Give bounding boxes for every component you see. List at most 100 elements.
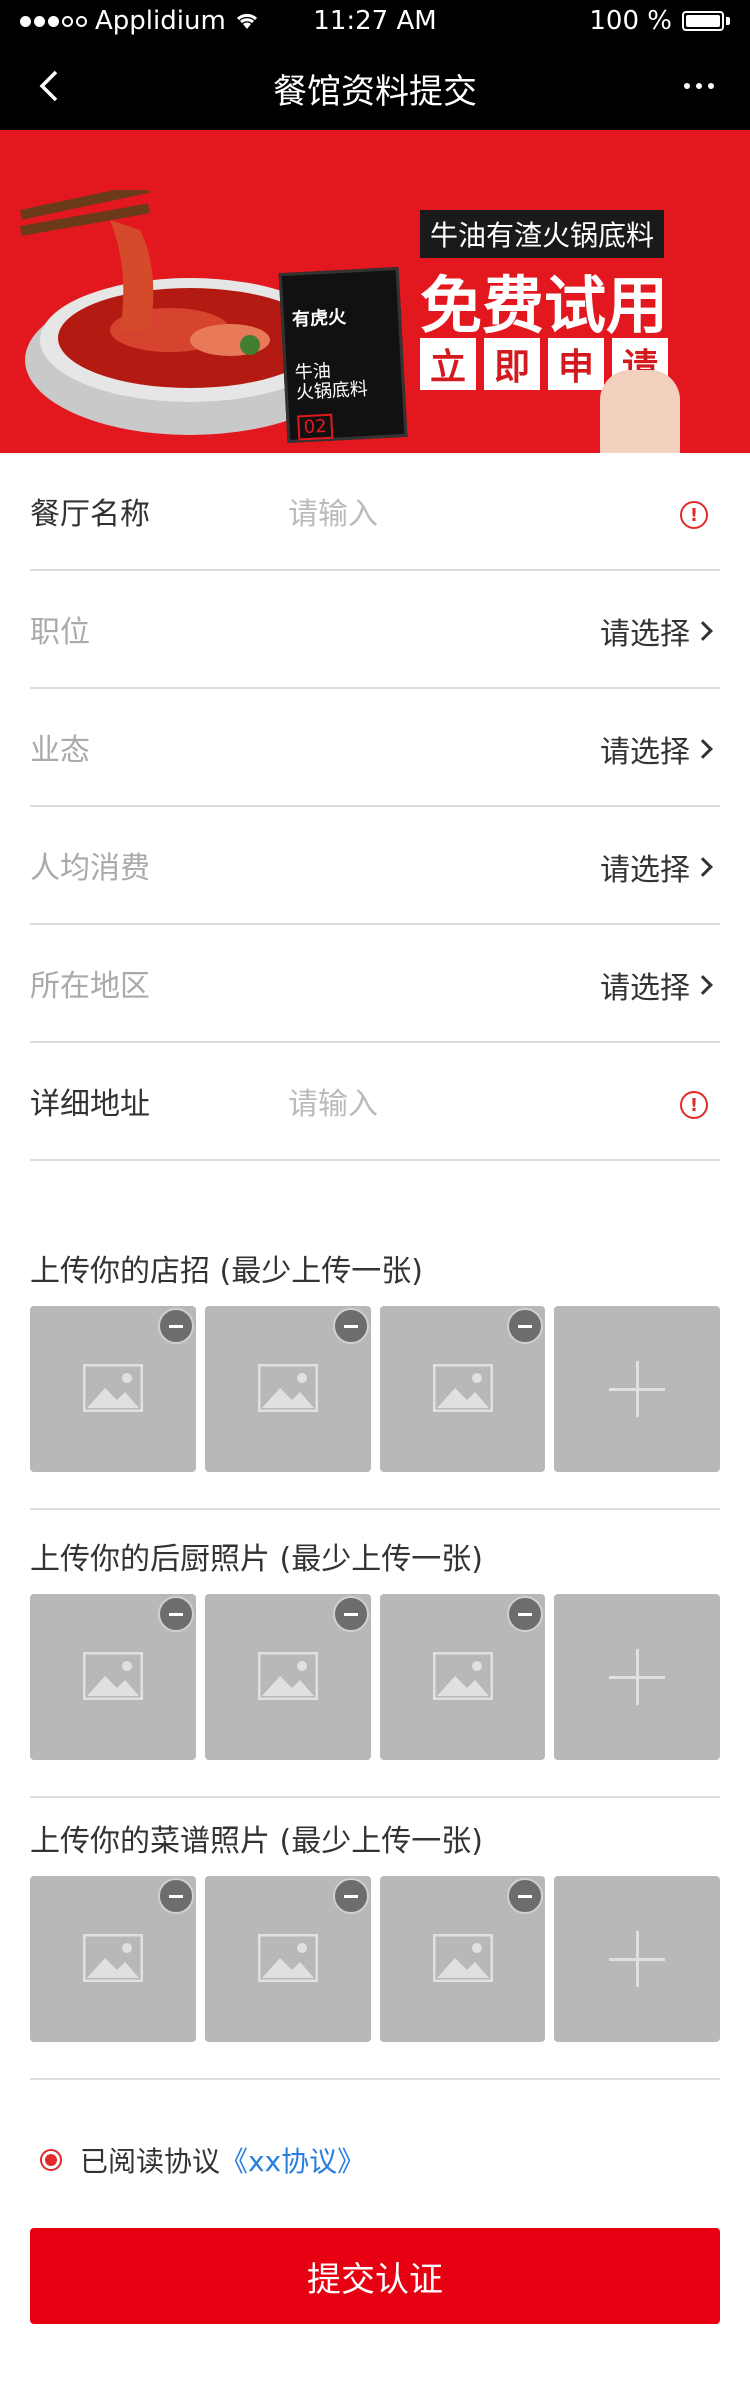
upload-sign-grid <box>30 1306 720 1472</box>
restaurant-form: 餐厅名称 请输入 ! 职位 请选择 业态 请选择 人均消费 请选择 所在地区 请… <box>30 453 720 1161</box>
status-right: 100 % <box>589 6 730 36</box>
battery-tip <box>726 17 730 25</box>
image-icon <box>83 1652 143 1700</box>
upload-menu-grid <box>30 1876 720 2042</box>
image-icon <box>257 1652 318 1700</box>
add-photo-button[interactable] <box>554 1594 720 1760</box>
upload-kitchen-title: 上传你的后厨照片 (最少上传一张) <box>30 1542 483 1577</box>
address-label: 详细地址 <box>30 1087 150 1122</box>
remove-photo-icon[interactable] <box>157 1308 194 1344</box>
image-icon <box>257 1364 318 1412</box>
region-row[interactable]: 所在地区 请选择 <box>30 925 720 1043</box>
remove-photo-icon[interactable] <box>332 1878 369 1914</box>
upload-menu-section: 上传你的菜谱照片 (最少上传一张) <box>30 1800 720 2042</box>
position-row[interactable]: 职位 请选择 <box>30 571 720 689</box>
avg-spend-row[interactable]: 人均消费 请选择 <box>30 807 720 925</box>
upload-sign-section: 上传你的店招 (最少上传一张) <box>30 1230 720 1472</box>
chevron-right-icon <box>693 975 713 995</box>
required-warning-icon: ! <box>680 501 708 529</box>
submit-button[interactable]: 提交认证 <box>30 2228 720 2324</box>
section-divider <box>30 1508 720 1510</box>
photo-thumbnail[interactable] <box>379 1306 546 1472</box>
remove-photo-icon[interactable] <box>332 1308 369 1344</box>
image-icon <box>83 1934 143 1982</box>
page-title: 餐馆资料提交 <box>273 72 477 112</box>
status-bar: Applidium 11:27 AM 100 % <box>0 0 750 44</box>
section-divider <box>30 2078 720 2080</box>
photo-thumbnail[interactable] <box>204 1876 371 2042</box>
business-type-select[interactable]: 请选择 <box>600 727 713 771</box>
cta-char: 立 <box>420 338 476 390</box>
photo-thumbnail[interactable] <box>30 1876 196 2042</box>
package-brand: 有虎火 <box>291 306 347 331</box>
image-icon <box>432 1364 493 1412</box>
add-photo-button[interactable] <box>554 1876 720 2042</box>
chevron-right-icon <box>693 621 713 641</box>
photo-thumbnail[interactable] <box>379 1876 546 2042</box>
region-label: 所在地区 <box>30 969 150 1004</box>
photo-thumbnail[interactable] <box>30 1306 196 1472</box>
navigation-bar: 餐馆资料提交 <box>0 44 750 130</box>
add-photo-button[interactable] <box>554 1306 720 1472</box>
restaurant-name-row[interactable]: 餐厅名称 请输入 ! <box>30 453 720 571</box>
position-label: 职位 <box>30 615 90 650</box>
package-number: 02 <box>297 413 334 441</box>
image-icon <box>432 1652 493 1700</box>
upload-kitchen-section: 上传你的后厨照片 (最少上传一张) <box>30 1518 720 1760</box>
battery-percent: 100 % <box>589 6 672 36</box>
remove-photo-icon[interactable] <box>507 1308 544 1344</box>
address-row[interactable]: 详细地址 请输入 ! <box>30 1043 720 1161</box>
avg-spend-label: 人均消费 <box>30 851 150 886</box>
cta-char: 申 <box>548 338 604 390</box>
battery-icon <box>682 11 724 31</box>
agreement-text: 已阅读协议《xx协议》 <box>80 2140 365 2180</box>
more-options-icon[interactable] <box>684 64 714 108</box>
position-select-value: 请选择 <box>600 617 690 652</box>
chevron-right-icon <box>693 739 713 759</box>
package-name: 牛油 火锅底料 <box>294 360 368 404</box>
photo-thumbnail[interactable] <box>30 1594 196 1760</box>
hand-pointer-image <box>600 370 680 453</box>
position-select[interactable]: 请选择 <box>600 609 713 653</box>
region-select[interactable]: 请选择 <box>600 963 713 1007</box>
cta-char: 即 <box>484 338 540 390</box>
section-divider <box>30 1796 720 1798</box>
agreement-link[interactable]: 《xx协议》 <box>220 2145 365 2178</box>
business-type-row[interactable]: 业态 请选择 <box>30 689 720 807</box>
product-package: 有虎火 牛油 火锅底料 02 <box>278 266 408 444</box>
remove-photo-icon[interactable] <box>157 1596 194 1632</box>
region-select-value: 请选择 <box>600 971 690 1006</box>
upload-sign-title: 上传你的店招 (最少上传一张) <box>30 1254 423 1289</box>
image-icon <box>432 1934 493 1982</box>
restaurant-name-label: 餐厅名称 <box>30 497 150 532</box>
agreement-label: 已阅读协议 <box>80 2145 221 2178</box>
restaurant-name-input[interactable]: 请输入 <box>288 489 378 533</box>
remove-photo-icon[interactable] <box>507 1878 544 1914</box>
photo-thumbnail[interactable] <box>379 1594 546 1760</box>
business-type-label: 业态 <box>30 733 90 768</box>
banner-subtitle: 牛油有渣火锅底料 <box>420 210 665 258</box>
plus-icon <box>636 1649 640 1705</box>
avg-spend-select[interactable]: 请选择 <box>600 845 713 889</box>
address-input[interactable]: 请输入 <box>288 1079 378 1123</box>
promo-banner[interactable]: 有虎火 牛油 火锅底料 02 牛油有渣火锅底料 免费试用 立 即 申 请 <box>0 130 750 453</box>
package-name-line2: 火锅底料 <box>295 378 369 404</box>
chevron-right-icon <box>693 857 713 877</box>
banner-headline: 免费试用 <box>420 269 669 342</box>
photo-thumbnail[interactable] <box>204 1594 371 1760</box>
photo-thumbnail[interactable] <box>204 1306 371 1472</box>
plus-icon <box>636 1361 640 1417</box>
remove-photo-icon[interactable] <box>332 1596 369 1632</box>
plus-icon <box>636 1931 640 1987</box>
image-icon <box>83 1364 143 1412</box>
avg-spend-select-value: 请选择 <box>600 853 690 888</box>
upload-kitchen-grid <box>30 1594 720 1760</box>
image-icon <box>257 1934 318 1982</box>
remove-photo-icon[interactable] <box>507 1596 544 1632</box>
agreement-row: 已阅读协议《xx协议》 <box>40 2140 365 2180</box>
top-bar: Applidium 11:27 AM 100 % 餐馆资料提交 <box>0 0 750 130</box>
remove-photo-icon[interactable] <box>157 1878 194 1914</box>
agreement-radio[interactable] <box>40 2149 62 2171</box>
business-type-select-value: 请选择 <box>600 735 690 770</box>
required-warning-icon: ! <box>680 1091 708 1119</box>
